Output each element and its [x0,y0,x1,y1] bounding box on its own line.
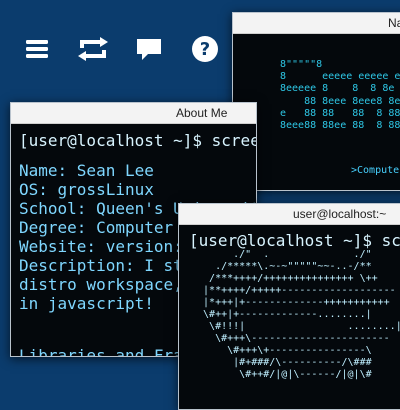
ascii-art-line: 88 8eee 8eee8 8e [280,95,400,107]
terminal-line: Name: Sean Lee [19,161,154,180]
window-title: Na [388,16,400,30]
ascii-art-line: /***++++/+++++++++++++++ \++ [191,273,378,284]
ascii-art-line: \#+++\----------------------- [191,333,390,344]
terminal-prompt: [user@localhost ~]$ screenfetch -n [19,131,257,150]
terminal-line: OS: grossLinux [19,180,154,199]
window-titlebar[interactable]: Na [233,13,400,34]
ascii-art-name: 8"""""8 8 eeeee eeeee e 8eeeee 8 8 8 8e 88… [280,59,400,132]
terminal-window-screenfetch[interactable]: user@localhost:~ [user@localhost ~]$ scr… [178,203,400,410]
window-titlebar[interactable]: About Me [11,103,256,124]
window-title: user@localhost:~ [293,207,387,221]
terminal-prompt: [user@localhost ~]$ screenfetch [189,231,400,250]
menu-icon[interactable] [20,32,54,66]
ascii-art-line: \#+++\+----------------\ [191,345,372,356]
ascii-art-line: 8eeeee 8 8 8 8e [280,83,395,95]
chat-icon[interactable] [132,32,166,66]
ascii-art-line: \#!!!| ........| [191,321,400,332]
ascii-art-line: |*+++|+-------------+++++++++++ [191,297,390,308]
ascii-art-line: |#+###/\----------/\### [191,357,372,368]
ascii-art-line: ./*****\.~-~"""""~~-..-/** [191,261,372,272]
ascii-art-line: 8eee88 88ee 88 8 88 [280,120,400,132]
ascii-art-line: 8"""""8 [280,59,323,70]
window-titlebar[interactable]: user@localhost:~ [179,204,400,225]
svg-text:?: ? [200,39,210,60]
ascii-art-line: \#++#/|@|\------/|@|\# [191,369,372,380]
terminal-output: [user@localhost ~]$ screenfetch [189,231,400,250]
window-title: About Me [176,106,228,120]
terminal-window-name[interactable]: Na 8"""""88 eeeee eeeee e8eeeee 8 8 8 8e… [232,12,400,191]
ascii-art-line: |**++++/+++++------------------- [191,285,396,296]
ascii-art-line: \#++|+-------------........| [191,309,372,320]
help-icon[interactable]: ? [188,32,222,66]
toolbar: ? [20,32,222,66]
retweet-icon[interactable] [76,32,110,66]
ascii-art-line: ./" . ./" [191,249,372,260]
ascii-art-line: 8 eeeee eeeee e [280,71,400,83]
ascii-art-line: e 88 88 88 8 88 [280,107,400,119]
ascii-art-logo: ./" . ./" ./*****\.~-~"""""~~-..-/** /**… [191,249,400,381]
computer-link[interactable]: >Compute [351,165,399,176]
